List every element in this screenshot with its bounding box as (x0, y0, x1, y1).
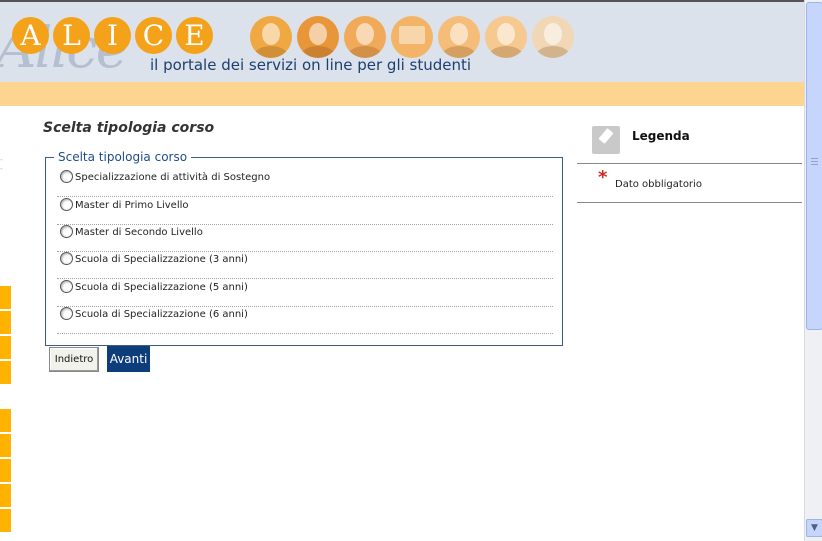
scroll-down-arrow-icon[interactable]: ▼ (806, 519, 822, 537)
logo-letter-l: L (53, 17, 90, 54)
vertical-scrollbar[interactable]: ▼ (804, 0, 822, 541)
required-star-icon: * (598, 167, 608, 188)
left-menu-tab[interactable] (0, 311, 11, 334)
page-header: Alice A L I C E il portale dei servizi o… (0, 2, 804, 82)
course-option: Scuola di Specializzazione (3 anni) (57, 251, 553, 279)
course-option-label[interactable]: Scuola di Specializzazione (5 anni) (75, 282, 248, 293)
student-photo (250, 16, 292, 58)
course-radio-spec-5[interactable] (60, 280, 73, 293)
student-photo (297, 16, 339, 58)
pin-icon (592, 126, 620, 154)
legend-divider (577, 163, 802, 164)
header-band (0, 82, 804, 106)
legend-title: Legenda (632, 129, 690, 143)
left-menu-tab[interactable] (0, 509, 11, 532)
course-option-label[interactable]: Specializzazione di attività di Sostegno (75, 172, 270, 183)
left-menu-tab[interactable] (0, 336, 11, 359)
logo-letter-i: I (94, 17, 131, 54)
browser-viewport: Alice A L I C E il portale dei servizi o… (0, 0, 804, 541)
course-radio-sostegno[interactable] (60, 170, 73, 183)
student-photo (344, 16, 386, 58)
course-radio-spec-6[interactable] (60, 307, 73, 320)
left-menu-tab[interactable] (0, 361, 11, 384)
left-menu-tab[interactable] (0, 409, 11, 432)
logo-letter-a: A (12, 17, 49, 54)
student-photo (532, 16, 574, 58)
logo-letter-c: C (135, 17, 172, 54)
course-option: Scuola di Specializzazione (5 anni) (57, 279, 553, 307)
logo-letter-e: E (176, 17, 213, 54)
course-radio-master-secondo[interactable] (60, 225, 73, 238)
legend-divider (577, 202, 802, 203)
fieldset-legend: Scelta tipologia corso (54, 151, 192, 164)
course-option-label[interactable]: Master di Primo Livello (75, 200, 189, 211)
course-option-label[interactable]: Scuola di Specializzazione (6 anni) (75, 309, 248, 320)
next-button[interactable]: Avanti (107, 346, 150, 372)
required-field-legend: Dato obbligatorio (615, 179, 702, 190)
left-menu-tab[interactable] (0, 286, 11, 309)
page-title: Scelta tipologia corso (43, 120, 215, 136)
alice-logo: A L I C E (12, 17, 213, 54)
course-option: Specializzazione di attività di Sostegno (57, 169, 553, 197)
left-menu-tab[interactable] (0, 459, 11, 482)
course-option: Master di Primo Livello (57, 197, 553, 225)
left-menu-separator: - - (0, 155, 4, 173)
course-option-label[interactable]: Scuola di Specializzazione (3 anni) (75, 254, 248, 265)
left-menu-tab[interactable] (0, 434, 11, 457)
course-type-fieldset: Scelta tipologia corso Specializzazione … (45, 151, 563, 346)
building-photo (391, 16, 433, 58)
header-photos (250, 16, 574, 58)
student-photo (438, 16, 480, 58)
grip-icon (811, 158, 818, 166)
course-option: Scuola di Specializzazione (6 anni) (57, 306, 553, 334)
course-radio-spec-3[interactable] (60, 252, 73, 265)
course-option: Master di Secondo Livello (57, 224, 553, 252)
course-radio-master-primo[interactable] (60, 198, 73, 211)
scrollbar-thumb[interactable] (806, 2, 822, 330)
student-photo (485, 16, 527, 58)
course-option-label[interactable]: Master di Secondo Livello (75, 227, 203, 238)
left-menu-tab[interactable] (0, 484, 11, 507)
back-button[interactable]: Indietro (49, 347, 99, 372)
portal-tagline: il portale dei servizi on line per gli s… (150, 56, 472, 74)
